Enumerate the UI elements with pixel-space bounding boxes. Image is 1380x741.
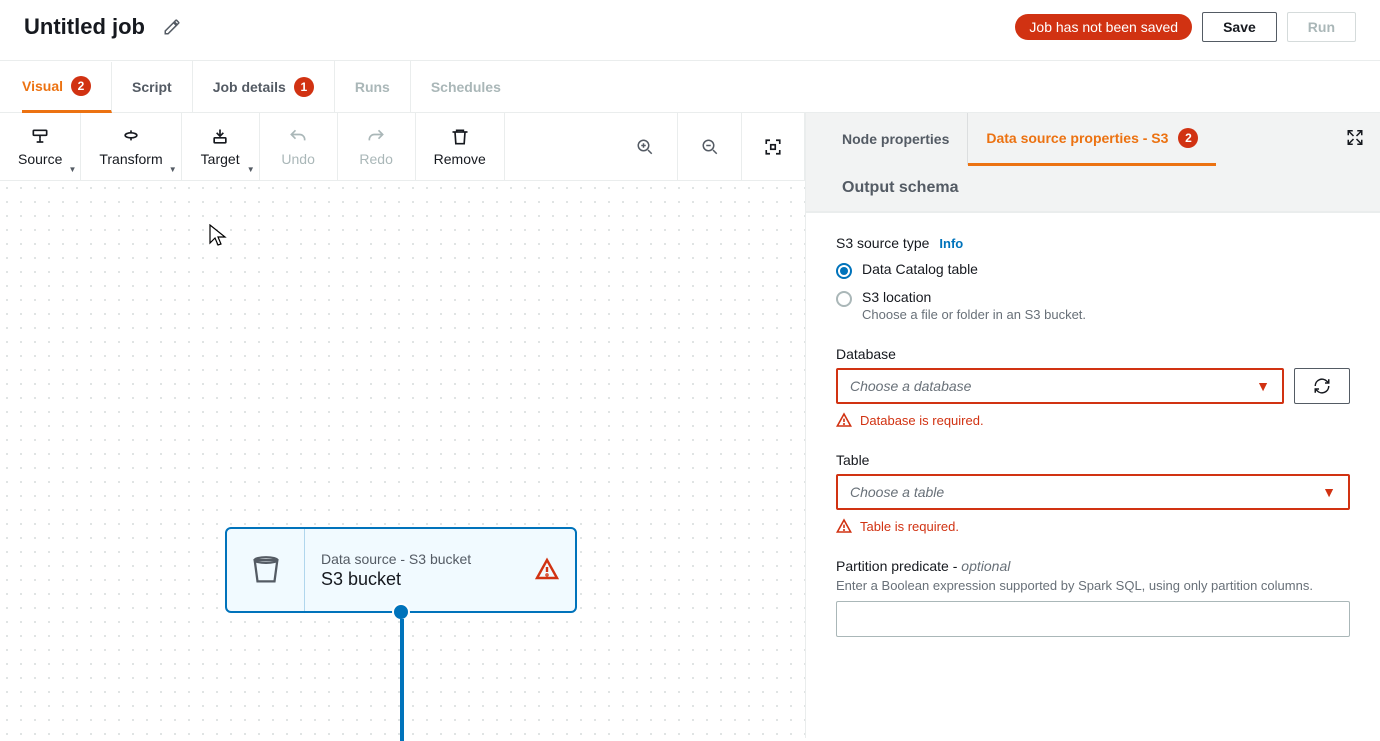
transform-icon xyxy=(121,127,141,147)
graph-canvas[interactable]: Data source - S3 bucket S3 bucket xyxy=(0,181,805,738)
warning-icon xyxy=(836,518,852,534)
caret-down-icon: ▼ xyxy=(1256,378,1270,394)
database-error: Database is required. xyxy=(860,413,984,428)
tab-visual-badge: 2 xyxy=(71,76,91,96)
warning-icon xyxy=(836,412,852,428)
trash-icon xyxy=(450,127,470,147)
table-placeholder: Choose a table xyxy=(850,484,944,500)
node-title: S3 bucket xyxy=(321,569,471,590)
tab-visual[interactable]: Visual 2 xyxy=(22,62,112,113)
caret-down-icon: ▼ xyxy=(247,165,255,174)
radio-s3-location[interactable]: S3 location Choose a file or folder in a… xyxy=(836,289,1350,322)
expand-icon xyxy=(1346,129,1364,147)
zoom-out-button[interactable] xyxy=(677,113,741,180)
sp-tab-node-properties[interactable]: Node properties xyxy=(832,113,968,165)
transform-label: Transform xyxy=(99,151,162,167)
tab-script[interactable]: Script xyxy=(112,61,193,112)
undo-button: Undo xyxy=(260,113,338,180)
info-link[interactable]: Info xyxy=(939,236,963,251)
refresh-database-button[interactable] xyxy=(1294,368,1350,404)
edit-job-title-icon[interactable] xyxy=(163,18,181,36)
node-s3-bucket[interactable]: Data source - S3 bucket S3 bucket xyxy=(225,527,577,613)
database-placeholder: Choose a database xyxy=(850,378,971,394)
node-subtitle: Data source - S3 bucket xyxy=(321,551,471,567)
caret-down-icon: ▼ xyxy=(1322,484,1336,500)
tab-schedules-label: Schedules xyxy=(431,79,501,95)
table-error: Table is required. xyxy=(860,519,959,534)
sp-tab-data-source-props[interactable]: Data source properties - S3 2 xyxy=(968,114,1216,166)
redo-icon xyxy=(366,127,386,147)
main-tabs: Visual 2 Script Job details 1 Runs Sched… xyxy=(0,61,1380,113)
target-icon xyxy=(210,127,230,147)
target-label: Target xyxy=(201,151,240,167)
partition-input[interactable] xyxy=(836,601,1350,637)
source-dropdown[interactable]: Source ▼ xyxy=(0,113,81,180)
node-edge xyxy=(400,619,404,741)
save-status-pill: Job has not been saved xyxy=(1015,14,1192,40)
radio-s3-location-input[interactable] xyxy=(836,291,852,307)
zoom-in-icon xyxy=(636,138,654,156)
cursor-icon xyxy=(209,224,227,251)
remove-label: Remove xyxy=(434,151,486,167)
node-icon-box xyxy=(227,529,305,611)
warning-icon xyxy=(535,557,559,584)
s3-source-type-label: S3 source type xyxy=(836,235,929,251)
radio-data-catalog[interactable]: Data Catalog table xyxy=(836,261,1350,279)
sp-output-schema-header[interactable]: Output schema xyxy=(806,165,1380,212)
transform-dropdown[interactable]: Transform ▼ xyxy=(81,113,181,180)
zoom-out-icon xyxy=(701,138,719,156)
undo-icon xyxy=(288,127,308,147)
fit-view-icon xyxy=(764,138,782,156)
tab-job-details-badge: 1 xyxy=(294,77,314,97)
radio-s3-location-label: S3 location xyxy=(862,289,1086,305)
tab-runs: Runs xyxy=(335,61,411,112)
tab-visual-label: Visual xyxy=(22,78,63,94)
tab-script-label: Script xyxy=(132,79,172,95)
redo-button: Redo xyxy=(338,113,416,180)
radio-data-catalog-input[interactable] xyxy=(836,263,852,279)
zoom-in-button[interactable] xyxy=(613,113,677,180)
caret-down-icon: ▼ xyxy=(68,165,76,174)
remove-button[interactable]: Remove xyxy=(416,113,505,180)
tab-runs-label: Runs xyxy=(355,79,390,95)
partition-label: Partition predicate - xyxy=(836,558,957,574)
source-icon xyxy=(30,127,50,147)
radio-s3-location-help: Choose a file or folder in an S3 bucket. xyxy=(862,307,1086,322)
partition-helper: Enter a Boolean expression supported by … xyxy=(836,578,1350,593)
database-label: Database xyxy=(836,346,1350,362)
job-title: Untitled job xyxy=(24,14,145,40)
database-select[interactable]: Choose a database ▼ xyxy=(836,368,1284,404)
refresh-icon xyxy=(1313,377,1331,395)
table-label: Table xyxy=(836,452,1350,468)
expand-panel-button[interactable] xyxy=(1346,129,1364,150)
redo-label: Redo xyxy=(359,151,392,167)
sp-tab-ds-badge: 2 xyxy=(1178,128,1198,148)
bucket-icon xyxy=(249,553,283,587)
sp-tab-node-properties-label: Node properties xyxy=(842,131,949,147)
properties-panel: Node properties Data source properties -… xyxy=(806,113,1380,738)
tab-schedules: Schedules xyxy=(411,61,521,112)
save-button[interactable]: Save xyxy=(1202,12,1277,42)
run-button[interactable]: Run xyxy=(1287,12,1356,42)
sp-tab-ds-label: Data source properties - S3 xyxy=(986,130,1168,146)
table-select[interactable]: Choose a table ▼ xyxy=(836,474,1350,510)
tab-job-details-label: Job details xyxy=(213,79,286,95)
source-label: Source xyxy=(18,151,62,167)
target-dropdown[interactable]: Target ▼ xyxy=(182,113,260,180)
caret-down-icon: ▼ xyxy=(169,165,177,174)
radio-data-catalog-label: Data Catalog table xyxy=(862,261,978,277)
canvas-toolbar: Source ▼ Transform ▼ Target ▼ Undo Redo xyxy=(0,113,805,181)
partition-optional: optional xyxy=(961,558,1010,574)
fit-view-button[interactable] xyxy=(741,113,805,180)
undo-label: Undo xyxy=(281,151,314,167)
tab-job-details[interactable]: Job details 1 xyxy=(193,61,335,112)
node-body: Data source - S3 bucket S3 bucket xyxy=(305,529,575,611)
